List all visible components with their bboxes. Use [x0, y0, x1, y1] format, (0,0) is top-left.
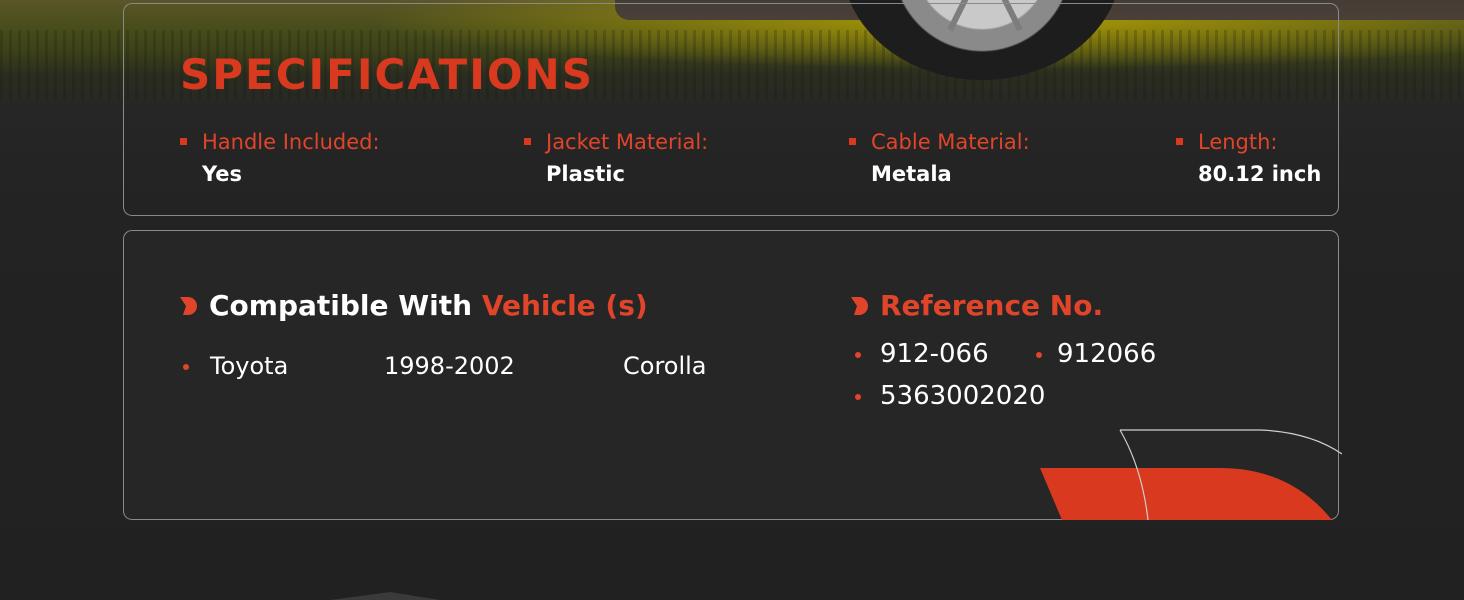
bullet-square-icon — [524, 138, 531, 145]
bullet-dot-icon — [1036, 352, 1042, 358]
decorative-corner-shape — [1040, 429, 1342, 520]
bullet-dot-icon — [855, 394, 861, 400]
bullet-dot-icon — [855, 352, 861, 358]
d-shape-icon — [180, 297, 197, 315]
spec-value: 80.12 inch — [1198, 162, 1322, 186]
spec-label: Handle Included: — [202, 130, 380, 154]
vehicle-years: 1998-2002 — [384, 352, 515, 380]
reference-heading: Reference No. — [880, 289, 1104, 322]
spec-label: Jacket Material: — [546, 130, 709, 154]
specifications-panel — [123, 3, 1339, 216]
spec-label: Cable Material: — [871, 130, 1030, 154]
spec-value: Yes — [202, 162, 243, 186]
reference-number: 912066 — [1057, 339, 1157, 369]
bullet-square-icon — [180, 138, 187, 145]
reference-number: 912-066 — [880, 339, 989, 369]
compatible-heading-accent: Vehicle (s) — [481, 289, 648, 322]
decorative-bottom-shape — [330, 592, 440, 600]
bullet-square-icon — [1176, 138, 1183, 145]
spec-value: Plastic — [546, 162, 625, 186]
spec-value: Metala — [871, 162, 952, 186]
vehicle-make: Toyota — [210, 352, 289, 380]
vehicle-model: Corolla — [623, 352, 707, 380]
bullet-square-icon — [849, 138, 856, 145]
compatible-heading-white: Compatible With — [209, 289, 473, 322]
d-shape-icon — [851, 297, 868, 315]
spec-label: Length: — [1198, 130, 1278, 154]
compatible-heading: Compatible With Vehicle (s) — [209, 286, 648, 326]
reference-number: 5363002020 — [880, 381, 1046, 411]
specifications-title: SPECIFICATIONS — [180, 50, 594, 99]
bullet-dot-icon — [183, 364, 189, 370]
